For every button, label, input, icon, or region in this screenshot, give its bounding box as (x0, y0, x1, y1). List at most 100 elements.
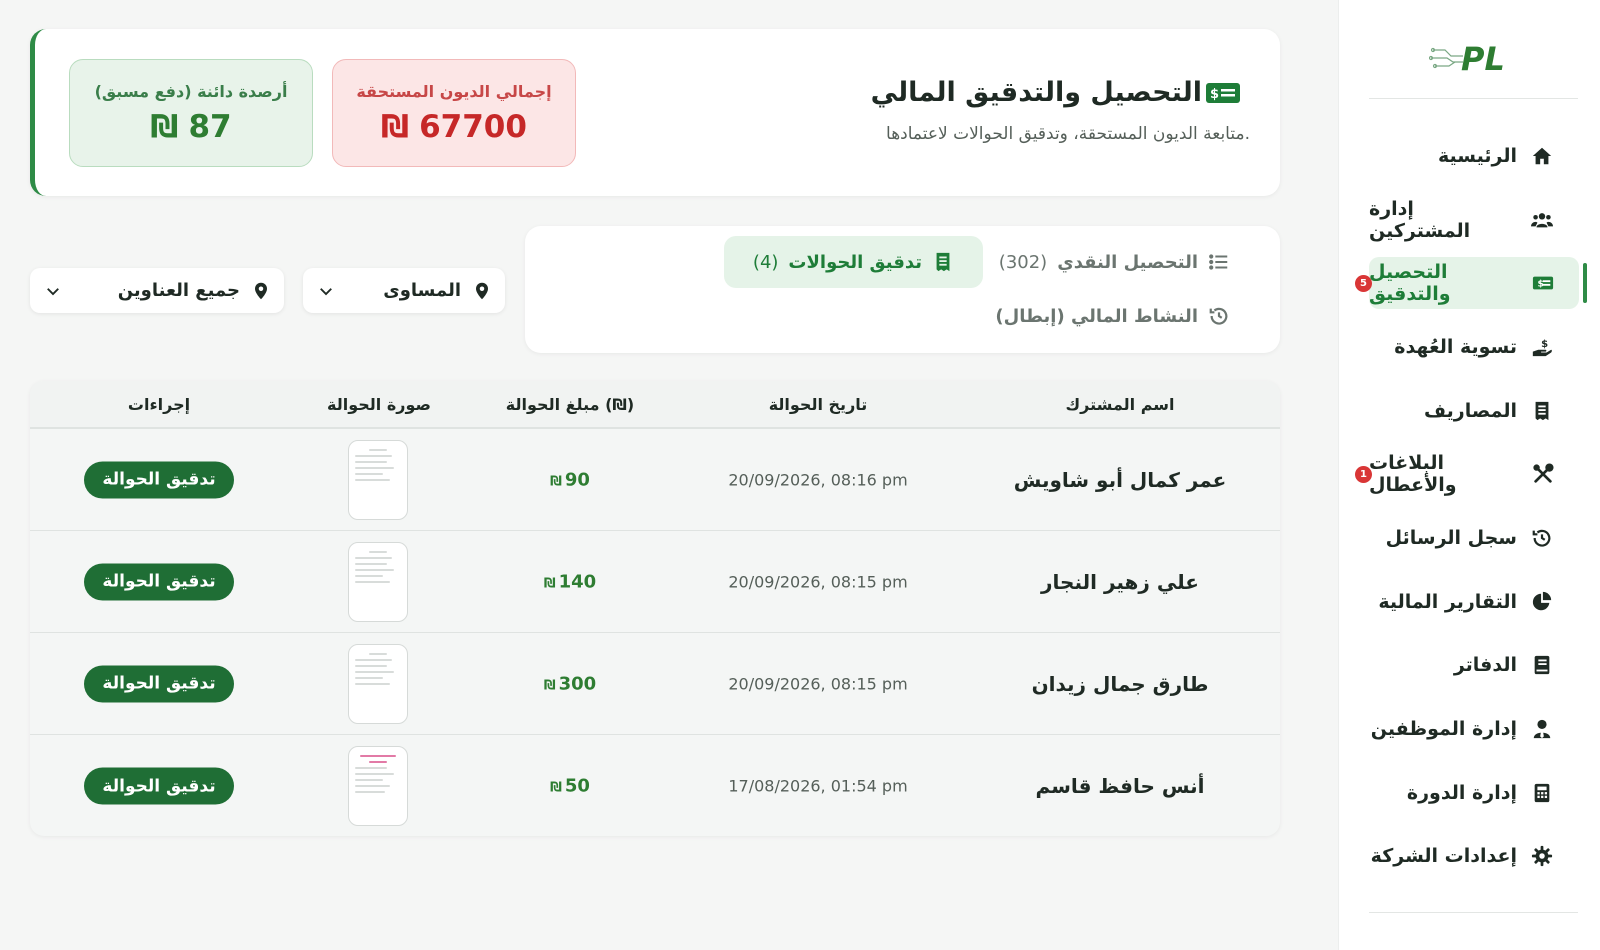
sidebar-item-expenses[interactable]: المصاريف (1369, 385, 1579, 437)
sidebar: PL الرئيسية إدارة المشتركين $ التحصيل وا… (1338, 0, 1600, 950)
transfer-date: 20/09/2026, 08:15 pm (728, 572, 908, 591)
tab-financial-activity[interactable]: النشاط المالي (إبطال) (975, 290, 1250, 342)
transfer-amount: ₪ 50 (550, 776, 590, 797)
sidebar-item-employees[interactable]: إدارة الموظفين (1369, 703, 1579, 755)
sidebar-item-label: إدارة المشتركين (1369, 198, 1471, 242)
transfer-amount: ₪ 300 (544, 673, 596, 694)
transfer-amount: ₪ 140 (544, 571, 596, 592)
subscriber-name: طارق جمال زيدان (1031, 671, 1209, 696)
currency-symbol: ₪ (550, 780, 562, 796)
total-debts-value: 67700 (419, 109, 527, 145)
tools-icon (1532, 461, 1555, 487)
currency-symbol: ₪ (543, 678, 556, 693)
tab-count: (302) (998, 251, 1048, 273)
sidebar-item-ledgers[interactable]: الدفاتر (1369, 639, 1579, 691)
sidebar-divider (1369, 912, 1578, 913)
sidebar-item-label: إعدادات الشركة (1370, 845, 1517, 867)
sidebar-item-collection[interactable]: $ التحصيل والتدقيق 5 (1355, 257, 1587, 309)
sidebar-item-label: التقارير المالية (1378, 591, 1517, 613)
sidebar-item-label: تسوية العُهدة (1394, 336, 1517, 358)
sidebar-item-label: الدفاتر (1453, 654, 1517, 676)
currency-symbol: ₪ (150, 109, 179, 145)
money-bill-icon: $ (1532, 270, 1555, 296)
sidebar-item-messages-log[interactable]: سجل الرسائل (1369, 512, 1579, 564)
sidebar-item-subscribers[interactable]: إدارة المشتركين (1369, 194, 1579, 246)
history-icon (1529, 525, 1555, 551)
verify-transfer-button[interactable]: تدقيق الحوالة (84, 563, 234, 600)
address-filter-value: جميع العناوين (117, 280, 240, 301)
calculator-icon (1529, 780, 1555, 806)
table-header: اسم المشترك تاريخ الحوالة مبلغ الحوالة (… (30, 381, 1280, 429)
svg-text:$: $ (1541, 339, 1548, 350)
transfer-amount: ₪ 90 (550, 469, 590, 490)
table-row: طارق جمال زيدان 20/09/2026, 08:15 pm ₪ 30… (30, 633, 1280, 735)
chevron-down-icon (320, 287, 332, 295)
verify-transfer-button[interactable]: تدقيق الحوالة (84, 461, 234, 498)
transfer-date: 20/09/2026, 08:15 pm (728, 674, 908, 693)
transfer-image-thumbnail[interactable] (348, 541, 408, 622)
currency-symbol: ₪ (543, 576, 556, 591)
credit-balances-label: أرصدة دائنة (دفع مسبق) (94, 82, 288, 101)
page-title-group: $ التحصيل والتدقيق المالي (871, 77, 1240, 108)
logo-icon: PL (1428, 40, 1505, 78)
company-logo[interactable]: PL (1428, 40, 1525, 78)
map-marker-icon (476, 282, 488, 299)
list-icon (1209, 254, 1228, 270)
sidebar-item-cycle[interactable]: إدارة الدورة (1369, 767, 1579, 819)
currency-symbol: ₪ (381, 109, 410, 145)
svg-text:PL: PL (1461, 40, 1505, 76)
notification-badge: 1 (1355, 466, 1372, 483)
sidebar-item-label: إدارة الموظفين (1370, 718, 1517, 740)
sidebar-item-reports-faults[interactable]: البلاغات والأعطال 1 (1355, 448, 1579, 500)
book-icon (1529, 652, 1555, 678)
page-header-card: $ التحصيل والتدقيق المالي متابعة الديون … (30, 29, 1280, 196)
page-title: التحصيل والتدقيق المالي (870, 77, 1202, 108)
amount-value: 90 (564, 469, 590, 490)
amount-value: 300 (558, 673, 597, 694)
address-filter-select[interactable]: جميع العناوين (30, 268, 284, 313)
credit-balances-value: 87 (188, 109, 232, 145)
hand-holding-dollar-icon: $ (1529, 334, 1555, 360)
sidebar-item-label: المصاريف (1424, 400, 1517, 422)
region-filter-select[interactable]: المساوى (303, 268, 505, 313)
verify-transfer-button[interactable]: تدقيق الحوالة (84, 767, 234, 805)
verify-transfer-button[interactable]: تدقيق الحوالة (84, 665, 234, 702)
column-header-date: تاريخ الحوالة (768, 395, 868, 414)
table-row: علي زهير النجار 20/09/2026, 08:15 pm ₪ 14… (30, 531, 1280, 633)
tab-label: تدقيق الحوالات (788, 251, 923, 273)
column-header-actions: إجراءات (127, 395, 191, 414)
users-icon (1530, 207, 1555, 233)
tab-cash-collection[interactable]: التحصيل النقدي (302) (979, 236, 1250, 288)
transfer-date: 17/08/2026, 01:54 pm (728, 776, 908, 796)
column-header-name: اسم المشترك (1065, 395, 1175, 414)
map-marker-icon (255, 282, 267, 299)
transfer-image-thumbnail[interactable] (348, 746, 408, 826)
transfers-table: اسم المشترك تاريخ الحوالة مبلغ الحوالة (… (30, 381, 1280, 836)
tab-label: النشاط المالي (إبطال) (995, 305, 1198, 327)
transfer-date: 20/09/2026, 08:16 pm (728, 470, 908, 489)
sidebar-item-label: التحصيل والتدقيق (1369, 261, 1451, 305)
svg-text:$: $ (1538, 279, 1544, 290)
amount-value: 50 (564, 775, 590, 797)
user-tie-icon (1529, 716, 1555, 742)
sidebar-item-financial-reports[interactable]: التقارير المالية (1369, 576, 1579, 628)
region-filter-value: المساوى (383, 280, 461, 301)
sidebar-item-company-settings[interactable]: إعدادات الشركة (1369, 830, 1579, 882)
subscriber-name: عمر كمال أبو شاويش (1013, 467, 1227, 492)
receipt-icon (1529, 398, 1555, 424)
currency-symbol: ₪ (550, 474, 562, 489)
notification-badge: 5 (1355, 275, 1372, 292)
transfer-image-thumbnail[interactable] (348, 643, 408, 724)
chevron-down-icon (47, 287, 59, 295)
home-icon (1529, 143, 1555, 169)
sidebar-item-home[interactable]: الرئيسية (1369, 130, 1579, 182)
tabs-card: التحصيل النقدي (302) تدقيق الحوالات (4) … (525, 226, 1280, 353)
gear-icon (1529, 843, 1555, 869)
money-bill-icon: $ (1206, 82, 1240, 103)
tab-transfer-audit[interactable]: تدقيق الحوالات (4) (724, 236, 983, 288)
sidebar-item-label: سجل الرسائل (1385, 527, 1517, 549)
credit-balances-card: أرصدة دائنة (دفع مسبق) ₪ 87 (69, 59, 313, 167)
transfer-image-thumbnail[interactable] (348, 439, 408, 520)
tab-label: التحصيل النقدي (1057, 251, 1198, 273)
sidebar-item-custody[interactable]: $ تسوية العُهدة (1369, 321, 1579, 373)
